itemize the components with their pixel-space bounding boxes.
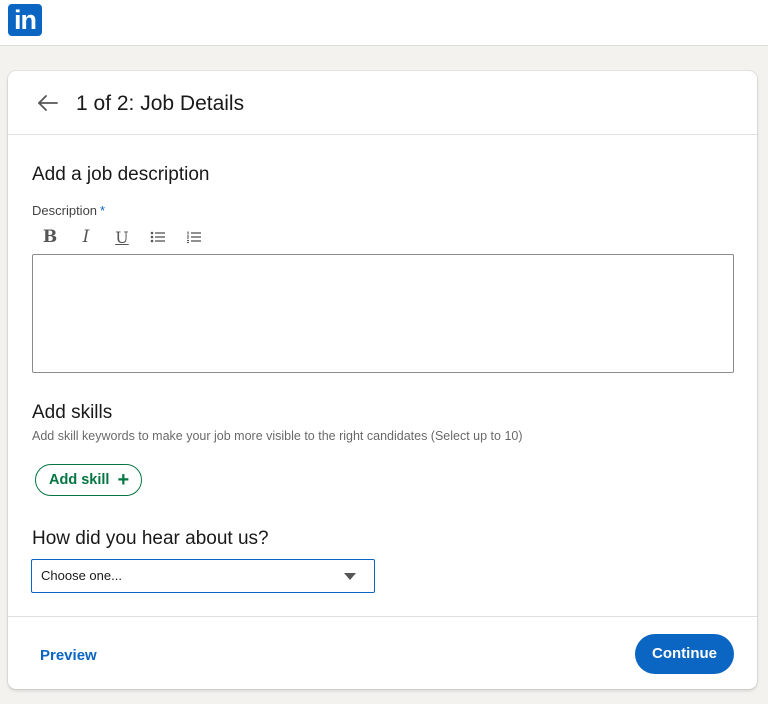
caret-down-icon: [344, 573, 356, 580]
plus-icon: +: [117, 469, 130, 491]
bulleted-list-button[interactable]: [146, 226, 170, 248]
bullet-list-icon: [150, 231, 165, 243]
preview-button[interactable]: Preview: [40, 647, 97, 664]
underline-button[interactable]: U: [110, 226, 134, 248]
page-title: 1 of 2: Job Details: [76, 92, 245, 115]
referral-source-select[interactable]: Choose one...: [31, 559, 375, 593]
add-skill-button[interactable]: Add skill +: [35, 464, 143, 496]
referral-selected-value: Choose one...: [41, 568, 122, 583]
skills-help-text: Add skill keywords to make your job more…: [32, 429, 523, 443]
description-label-text: Description: [32, 203, 98, 218]
numbered-list-button[interactable]: [182, 226, 206, 248]
back-button[interactable]: [34, 89, 62, 117]
description-editor[interactable]: [32, 254, 734, 373]
linkedin-logo[interactable]: in: [8, 4, 42, 36]
required-indicator: *: [100, 203, 106, 218]
continue-button[interactable]: Continue: [635, 634, 734, 674]
bold-button[interactable]: B: [38, 226, 62, 248]
referral-section-title: How did you hear about us?: [32, 528, 269, 549]
top-navigation-bar: in: [0, 0, 768, 46]
job-details-card: 1 of 2: Job Details Add a job descriptio…: [8, 71, 757, 689]
card-header: 1 of 2: Job Details: [8, 71, 757, 135]
card-footer: Preview Continue: [8, 616, 757, 689]
description-label: Description *: [32, 203, 105, 219]
formatting-toolbar: B I U: [38, 226, 218, 248]
description-section-title: Add a job description: [32, 164, 210, 185]
arrow-left-icon: [38, 95, 58, 111]
skills-section-title: Add skills: [32, 402, 113, 423]
add-skill-label: Add skill: [49, 472, 110, 488]
italic-button[interactable]: I: [74, 226, 98, 248]
numbered-list-icon: [187, 231, 201, 244]
